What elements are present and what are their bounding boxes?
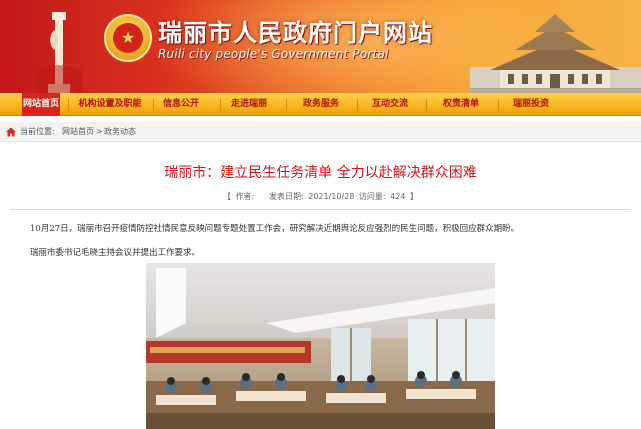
emblem-center: ★: [113, 23, 143, 53]
building-image: [470, 14, 641, 93]
nav-item-organization[interactable]: 机构设置及职能: [76, 93, 144, 116]
home-icon: [6, 127, 16, 137]
meeting-photo: [146, 263, 495, 429]
breadcrumb: 当前位置: 网站首页 > 政务动态: [0, 122, 641, 142]
breadcrumb-home-link[interactable]: 网站首页: [62, 122, 94, 142]
meta-published-label: 发表日期:: [268, 192, 304, 201]
article-paragraph: 10月27日，瑞丽市召开疫情防控社情民意反映问题专题处置工作会，研究解决近期舆论…: [30, 224, 520, 234]
site-subtitle: Ruili city people's Government Portal: [158, 47, 389, 61]
nav-item-investment[interactable]: 瑞丽投资: [510, 93, 552, 116]
breadcrumb-prefix: 当前位置:: [20, 127, 55, 136]
title-divider: [10, 209, 631, 210]
article-meta: 【 作者: 发表日期: 2021/10/28 访问量: 424 】: [0, 191, 641, 202]
nav-item-home[interactable]: 网站首页: [22, 93, 60, 116]
national-emblem-icon: ★: [104, 14, 152, 62]
breadcrumb-separator: >: [96, 127, 103, 136]
article-paragraph: 瑞丽市委书记毛晓主持会议并提出工作要求。: [30, 248, 201, 258]
nav-separator: [286, 99, 287, 110]
meta-views-label: 访问量:: [358, 192, 386, 201]
nav-separator: [426, 99, 427, 110]
site-title: 瑞丽市人民政府门户网站: [158, 18, 433, 47]
nav-separator: [357, 99, 358, 110]
meta-close-bracket: 】: [409, 192, 418, 201]
meta-open-bracket: 【: [223, 192, 232, 201]
nav-separator: [68, 99, 69, 110]
meta-published-date: 2021/10/28: [308, 192, 355, 201]
meta-author-label: 作者:: [235, 192, 255, 201]
nav-item-responsibility-list[interactable]: 权责清单: [440, 93, 482, 116]
nav-item-gov-services[interactable]: 政务服务: [300, 93, 342, 116]
article-title: 瑞丽市：建立民生任务清单 全力以赴解决群众困难: [164, 165, 477, 181]
nav-item-info-disclosure[interactable]: 信息公开: [160, 93, 202, 116]
monument-image: [36, 12, 82, 93]
nav-item-interaction[interactable]: 互动交流: [369, 93, 411, 116]
nav-separator: [220, 99, 221, 110]
meta-views-count: 424: [390, 192, 406, 201]
breadcrumb-current[interactable]: 政务动态: [104, 122, 136, 142]
site-header: ★ 瑞丽市人民政府门户网站 Ruili city people's Govern…: [0, 0, 641, 93]
main-nav: 网站首页 机构设置及职能 信息公开 走进瑞丽 政务服务 互动交流 权责清单 瑞丽…: [0, 93, 641, 116]
nav-separator: [498, 99, 499, 110]
nav-item-about-ruili[interactable]: 走进瑞丽: [228, 93, 270, 116]
nav-separator: [153, 99, 154, 110]
